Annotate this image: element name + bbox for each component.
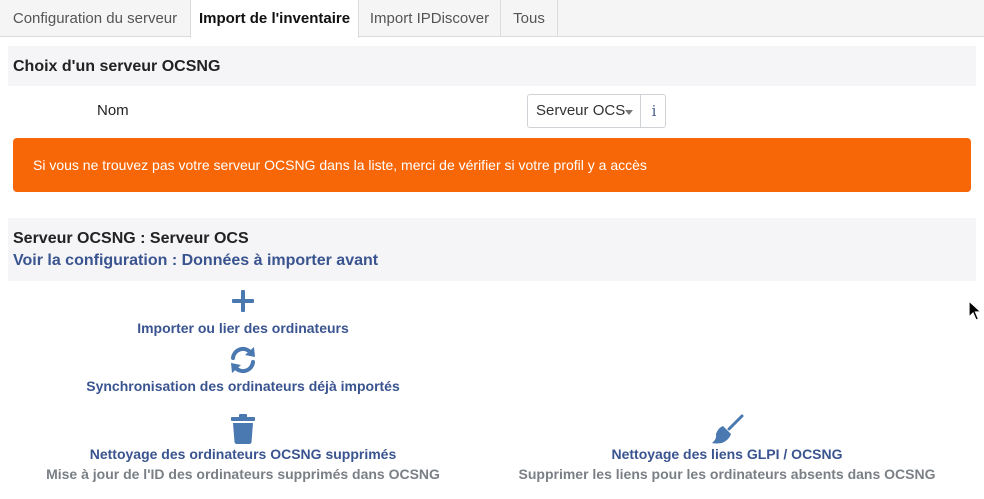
name-label: Nom [97, 102, 129, 119]
clean-links-label[interactable]: Nettoyage des liens GLPI / OCSNG [507, 446, 947, 462]
plus-icon [232, 290, 254, 312]
config-link[interactable]: Voir la configuration : Données à import… [13, 252, 378, 270]
chevron-down-icon [625, 110, 633, 115]
tab-ipdiscover-import[interactable]: Import IPDiscover [359, 0, 501, 37]
sync-computers-label[interactable]: Synchronisation des ordinateurs déjà imp… [63, 378, 423, 394]
clean-deleted-action[interactable]: Nettoyage des ordinateurs OCSNG supprimé… [33, 414, 453, 482]
import-computers-label[interactable]: Importer ou lier des ordinateurs [115, 320, 371, 336]
tab-bar: Configuration du serveur Import de l'inv… [0, 0, 984, 38]
info-icon[interactable]: i [642, 95, 666, 127]
sync-icon [231, 346, 255, 374]
clean-links-sublabel: Supprimer les liens pour les ordinateurs… [518, 466, 936, 482]
warning-alert: Si vous ne trouvez pas votre serveur OCS… [13, 138, 971, 192]
server-select-value: Serveur OCS [536, 102, 626, 119]
trash-icon [231, 414, 255, 444]
server-choice-header: Choix d'un serveur OCSNG [8, 46, 976, 86]
server-choice-title: Choix d'un serveur OCSNG [13, 58, 221, 75]
server-select-group: Serveur OCS i [527, 94, 666, 128]
server-section-header [8, 218, 976, 281]
server-name-line: Serveur OCSNG : Serveur OCS [13, 230, 249, 247]
tab-all[interactable]: Tous [501, 0, 558, 37]
clean-deleted-sublabel: Mise à jour de l'ID des ordinateurs supp… [46, 466, 440, 482]
import-computers-action[interactable]: Importer ou lier des ordinateurs [115, 288, 371, 336]
sync-computers-action[interactable]: Synchronisation des ordinateurs déjà imp… [63, 345, 423, 394]
tab-inventory-import[interactable]: Import de l'inventaire [190, 0, 359, 38]
tab-server-config[interactable]: Configuration du serveur [0, 0, 191, 37]
clean-deleted-label[interactable]: Nettoyage des ordinateurs OCSNG supprimé… [33, 446, 453, 462]
broom-icon [712, 414, 744, 444]
server-select[interactable]: Serveur OCS [528, 95, 641, 127]
clean-links-action[interactable]: Nettoyage des liens GLPI / OCSNG Supprim… [507, 414, 947, 482]
mouse-cursor-icon [968, 300, 982, 321]
